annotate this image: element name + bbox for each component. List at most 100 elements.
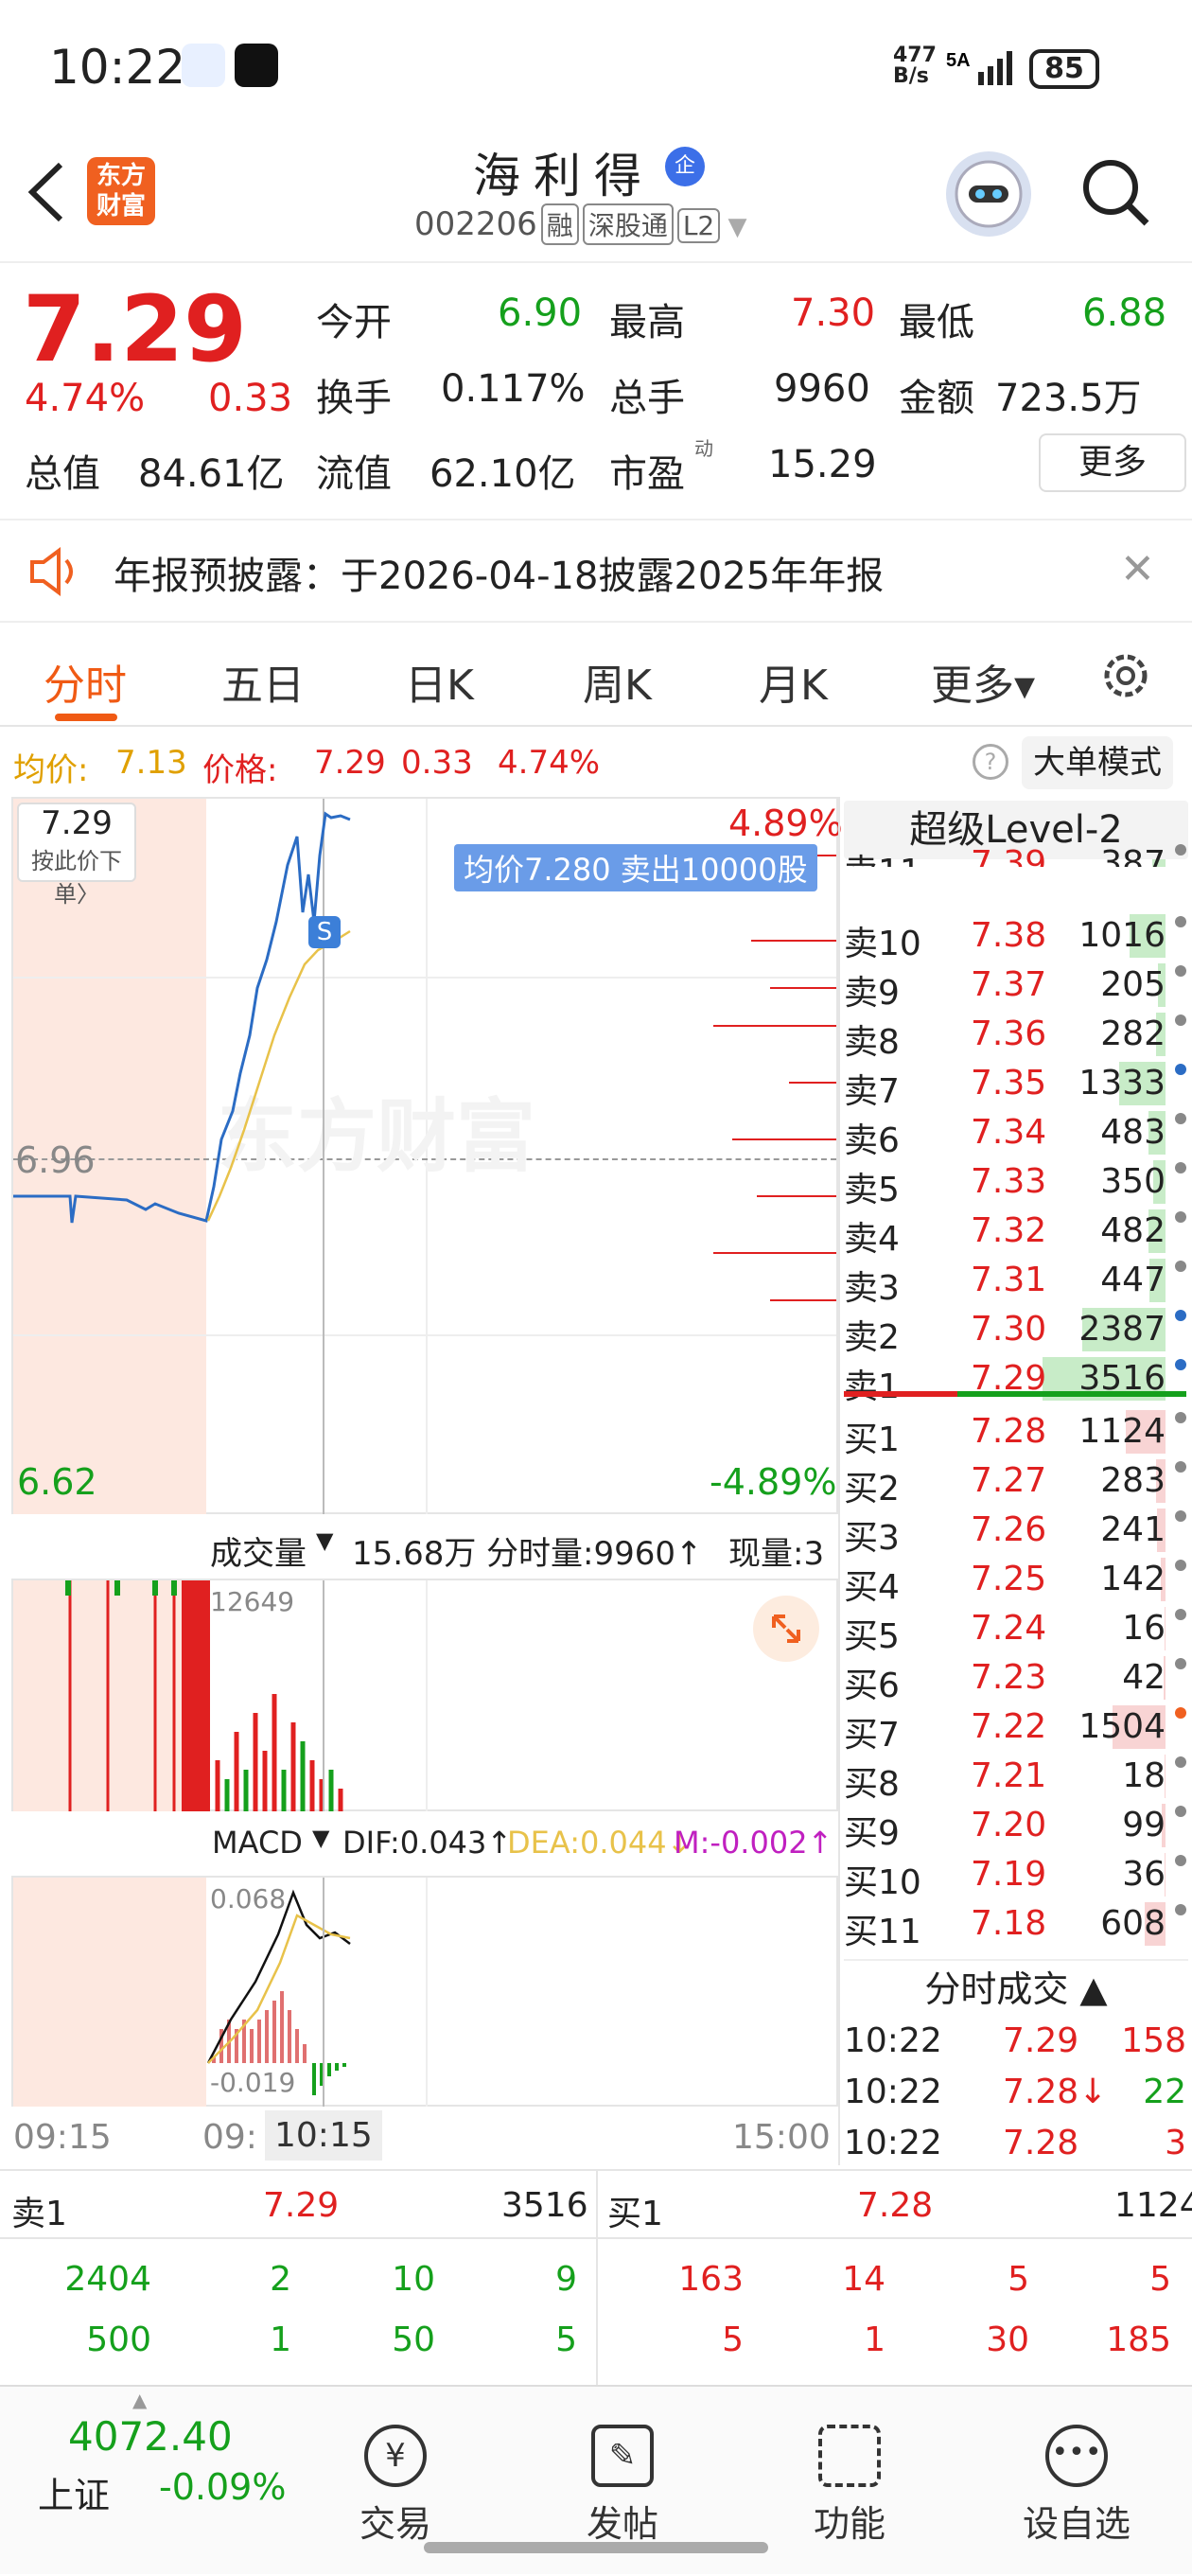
bid-volume: 241	[1100, 1510, 1166, 1549]
bid-level: 买11	[844, 1913, 921, 1951]
nav-trade[interactable]: ¥ 交易	[339, 2425, 452, 2547]
bottom-nav: ▲ 4072.40 上证 -0.09% ¥ 交易 ✎ 发帖 功能 ••• 设自选	[0, 2385, 1192, 2574]
bid-row[interactable]: 买4 7.25 142	[844, 1556, 1192, 1607]
bid-level: 买10	[844, 1863, 921, 1902]
trade-price: 7.29	[1003, 2021, 1079, 2060]
more-dots-icon: •••	[1045, 2425, 1108, 2487]
bid-row[interactable]: 买11 7.18 608	[844, 1900, 1192, 1951]
help-icon[interactable]: ?	[973, 744, 1008, 780]
macd-dif: DIF:0.043↑	[342, 1825, 513, 1861]
tab-five-day[interactable]: 五日	[221, 651, 305, 712]
tab-intraday[interactable]: 分时	[44, 651, 127, 712]
price-pct: 4.74%	[498, 744, 601, 782]
notice-bar[interactable]: 年报预披露：于2026-04-18披露2025年年报 ✕	[0, 519, 1192, 623]
bid-row[interactable]: 买10 7.19 36	[844, 1851, 1192, 1902]
label-low: 最低	[899, 301, 974, 344]
trade-volume: 22	[1143, 2073, 1186, 2111]
ask-row[interactable]: 卖8 7.36 282	[844, 1011, 1192, 1062]
ask-dot	[1175, 1113, 1186, 1124]
more-button[interactable]: 更多	[1039, 433, 1186, 492]
nav-post[interactable]: ✎ 发帖	[566, 2425, 679, 2547]
close-icon[interactable]: ✕	[1120, 545, 1155, 593]
index-ticker[interactable]: ▲ 4072.40 上证 -0.09%	[0, 2387, 287, 2576]
trade-volume: 3	[1165, 2124, 1186, 2162]
bid-price: 7.28	[971, 1412, 1047, 1451]
ask-volume: 350	[1100, 1162, 1166, 1201]
bid-row[interactable]: 买3 7.26 241	[844, 1507, 1192, 1558]
label-pe: 市盈	[609, 452, 685, 496]
ask-dot	[1175, 1064, 1186, 1075]
bid-volume: 99	[1122, 1806, 1166, 1844]
tab-indicator	[55, 714, 117, 721]
queue-sell-cell: 9	[555, 2260, 577, 2299]
bid-price: 7.25	[971, 1560, 1047, 1598]
bid-row[interactable]: 买1 7.28 1124	[844, 1408, 1192, 1459]
volume-total: 15.68万	[352, 1535, 477, 1573]
bid-row[interactable]: 买6 7.23 42	[844, 1654, 1192, 1705]
bid-level: 买9	[844, 1814, 900, 1853]
battery-icon: 85	[1029, 49, 1099, 89]
big-order-mode-button[interactable]: 大单模式	[1022, 736, 1173, 789]
stock-code-row[interactable]: 002206 融深股通 L2 ▼	[414, 203, 747, 245]
bid-row[interactable]: 买9 7.20 99	[844, 1802, 1192, 1853]
index-name: 上证	[38, 2475, 111, 2516]
ask-dot	[1175, 1310, 1186, 1321]
index-pct: -0.09%	[159, 2466, 287, 2508]
queue-sell-cell: 10	[392, 2260, 435, 2299]
volume-indicator-select[interactable]: 成交量	[210, 1527, 307, 1574]
ask-dot	[1175, 1261, 1186, 1272]
macd-m: M:-0.002↑	[674, 1825, 833, 1861]
tab-monthly-k[interactable]: 月K	[759, 651, 828, 712]
ask-dot	[1175, 844, 1186, 856]
ask-row[interactable]: 卖6 7.34 483	[844, 1109, 1192, 1160]
time-open: 09:	[202, 2118, 257, 2157]
ask-row[interactable]: 卖4 7.32 482	[844, 1208, 1192, 1259]
bid-row[interactable]: 买8 7.21 18	[844, 1753, 1192, 1804]
ask-row[interactable]: 卖9 7.37 205	[844, 962, 1192, 1013]
ask-row[interactable]: 卖11 7.39 387	[844, 840, 1192, 867]
search-icon[interactable]	[1080, 157, 1152, 229]
ask-row[interactable]: 卖7 7.35 1333	[844, 1060, 1192, 1111]
network-speed: 477 B/s	[893, 44, 937, 88]
ask-row[interactable]: 卖1 7.29 3516	[844, 1355, 1192, 1406]
bid-row[interactable]: 买2 7.27 283	[844, 1457, 1192, 1509]
enterprise-badge: 企	[665, 147, 705, 186]
ask-row[interactable]: 卖5 7.33 350	[844, 1158, 1192, 1209]
expand-icon[interactable]	[753, 1596, 819, 1662]
ask-row[interactable]: 卖3 7.31 447	[844, 1257, 1192, 1308]
bid-row[interactable]: 买7 7.22 1504	[844, 1703, 1192, 1755]
ask-row[interactable]: 卖10 7.38 1016	[844, 912, 1192, 963]
order-at-price-button[interactable]: 7.29 按此价下单〉	[17, 803, 136, 908]
tag-l2: L2	[676, 208, 721, 243]
ask-row[interactable]: 卖2 7.30 2387	[844, 1306, 1192, 1357]
ask-volume: 482	[1100, 1211, 1166, 1250]
volume-now: 现量:3	[728, 1535, 825, 1573]
bid-level: 买8	[844, 1765, 900, 1804]
tab-daily-k[interactable]: 日K	[405, 651, 474, 712]
order-price: 7.29	[41, 804, 113, 842]
bid-volume: 142	[1100, 1560, 1166, 1598]
settings-icon[interactable]	[1097, 647, 1154, 704]
macd-min-label: -0.019	[210, 2067, 296, 2098]
queue-sell-volume: 3516	[501, 2186, 588, 2225]
macd-indicator-select[interactable]: MACD	[212, 1825, 303, 1861]
sell-marker-icon[interactable]: S	[308, 916, 341, 948]
post-icon: ✎	[591, 2425, 654, 2487]
spread-bar-red	[844, 1391, 957, 1397]
index-value: 4072.40	[68, 2413, 233, 2460]
back-icon[interactable]	[23, 159, 70, 225]
assistant-robot-icon[interactable]	[946, 151, 1031, 237]
trades-title[interactable]: 分时成交 ▲	[844, 1959, 1188, 2016]
nav-watchlist[interactable]: ••• 设自选	[1020, 2425, 1133, 2547]
tab-weekly-k[interactable]: 周K	[583, 651, 652, 712]
queue-buy-cell: 5	[722, 2320, 744, 2359]
bid-row[interactable]: 买5 7.24 16	[844, 1605, 1192, 1656]
nav-functions[interactable]: 功能	[793, 2425, 906, 2547]
queue-buy-cell: 5	[1008, 2260, 1029, 2299]
trade-row: 10:22 7.29 158	[844, 2018, 1192, 2067]
intraday-price-chart[interactable]: 东方财富 7.29 按此价下单〉 4.89% 均价7.280 卖出10000股 …	[11, 797, 843, 1514]
ask-level: 卖11	[844, 844, 921, 867]
tab-more[interactable]: 更多▾	[931, 651, 1035, 712]
value-pe: 15.29	[768, 443, 877, 486]
ask-level: 卖3	[844, 1269, 900, 1308]
